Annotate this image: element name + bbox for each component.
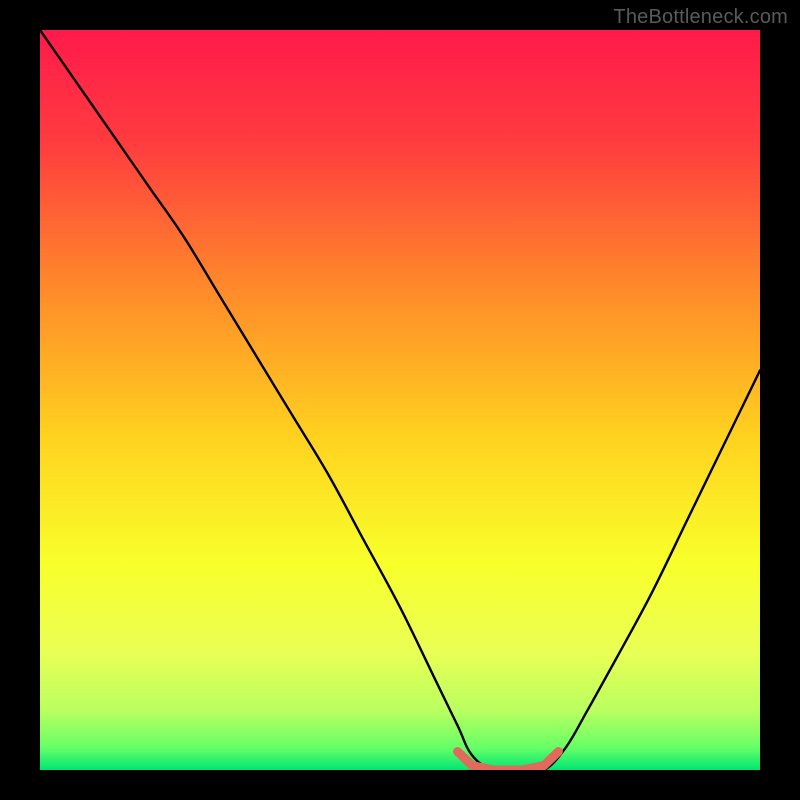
bottleneck-chart — [40, 30, 760, 770]
chart-frame: TheBottleneck.com — [0, 0, 800, 800]
gradient-background — [40, 30, 760, 770]
plot-area — [40, 30, 760, 770]
watermark-label: TheBottleneck.com — [613, 6, 788, 29]
